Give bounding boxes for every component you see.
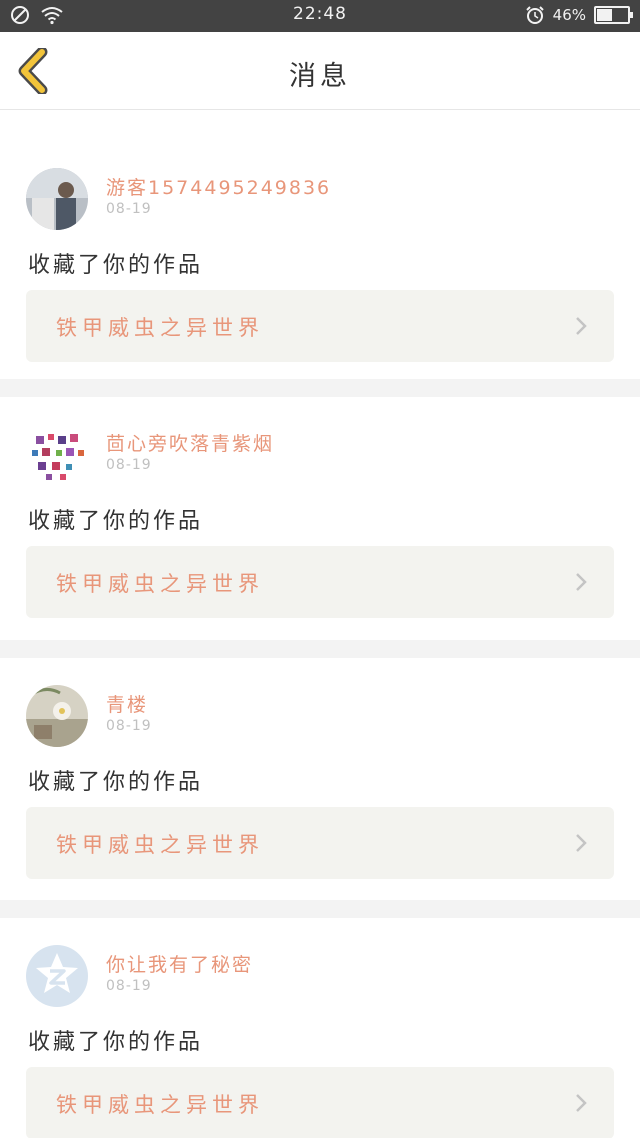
message-date: 08-19 (106, 201, 152, 217)
default-avatar-icon (26, 945, 88, 1007)
battery-tip (630, 12, 633, 18)
status-right-icons: 46% (525, 5, 633, 25)
card-divider (0, 640, 640, 658)
message-text: 收藏了你的作品 (28, 509, 204, 534)
message-date: 08-19 (106, 978, 152, 994)
message-date: 08-19 (106, 457, 152, 473)
work-link[interactable]: 铁甲威虫之异世界 (26, 546, 614, 618)
chevron-right-icon (576, 573, 587, 591)
username[interactable]: 茴心旁吹落青紫烟 (106, 429, 274, 456)
message-text: 收藏了你的作品 (28, 1030, 204, 1055)
pixel-art-avatar-icon (26, 424, 88, 486)
message-card: 游客1574495249836 08-19 收藏了你的作品 铁甲威虫之异世界 (0, 121, 640, 379)
work-title: 铁甲威虫之异世界 (56, 316, 264, 340)
avatar[interactable] (26, 424, 88, 486)
header: 消息 (0, 32, 640, 110)
message-card: 茴心旁吹落青紫烟 08-19 收藏了你的作品 铁甲威虫之异世界 (0, 397, 640, 618)
battery-fill (597, 9, 612, 21)
chevron-right-icon (576, 1094, 587, 1112)
work-link[interactable]: 铁甲威虫之异世界 (26, 1067, 614, 1138)
message-text: 收藏了你的作品 (28, 770, 204, 795)
page-title: 消息 (289, 61, 351, 92)
message-date: 08-19 (106, 718, 152, 734)
username[interactable]: 青楼 (106, 690, 148, 717)
battery-icon (594, 6, 633, 24)
photo-avatar-icon (26, 168, 88, 230)
work-title: 铁甲威虫之异世界 (56, 833, 264, 857)
avatar[interactable] (26, 168, 88, 230)
alarm-icon (525, 6, 544, 24)
status-bar: 22:48 46% (0, 0, 640, 32)
card-divider (0, 900, 640, 918)
work-link[interactable]: 铁甲威虫之异世界 (26, 807, 614, 879)
chevron-right-icon (576, 317, 587, 335)
message-card: 青楼 08-19 收藏了你的作品 铁甲威虫之异世界 (0, 658, 640, 879)
avatar[interactable] (26, 685, 88, 747)
message-text: 收藏了你的作品 (28, 253, 204, 278)
photo-avatar-icon (26, 685, 88, 747)
work-title: 铁甲威虫之异世界 (56, 572, 264, 596)
work-title: 铁甲威虫之异世界 (56, 1093, 264, 1117)
card-divider (0, 379, 640, 397)
message-card: 你让我有了秘密 08-19 收藏了你的作品 铁甲威虫之异世界 (0, 918, 640, 1138)
battery-percent: 46% (552, 6, 586, 24)
chevron-right-icon (576, 834, 587, 852)
work-link[interactable]: 铁甲威虫之异世界 (26, 290, 614, 362)
avatar[interactable] (26, 945, 88, 1007)
username[interactable]: 游客1574495249836 (106, 173, 331, 200)
username[interactable]: 你让我有了秘密 (106, 950, 253, 977)
